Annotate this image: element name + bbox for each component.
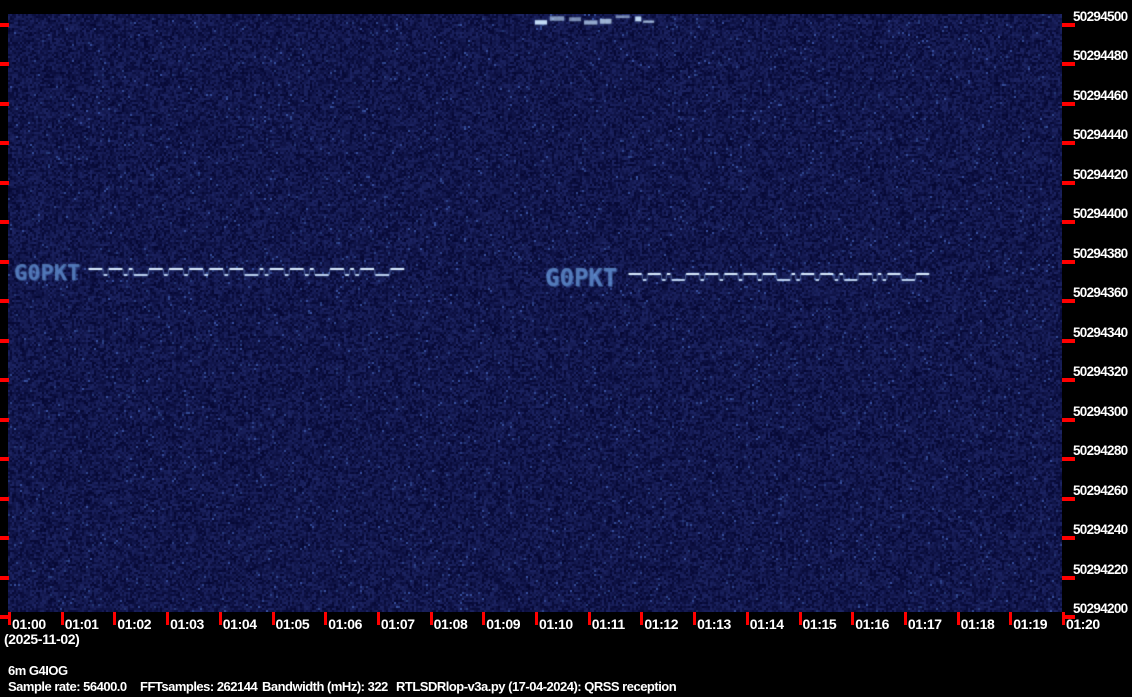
time-tick-label: 01:20 [1066,616,1100,632]
freq-tick-label: 50294260 [1073,482,1128,498]
freq-tick-right [1062,536,1075,540]
time-tick [218,612,222,625]
time-tick-label: 01:07 [380,616,415,632]
freq-tick-label: 50294280 [1073,443,1128,458]
freq-tick-label: 50294200 [1073,601,1128,616]
freq-tick-right [1062,338,1075,343]
freq-tick-right [1062,299,1075,303]
time-tick-label: 01:04 [222,616,257,632]
time-tick-label: 01:00 [12,616,46,632]
station-label: 6m G4IOG [8,663,68,678]
time-tick [851,612,855,625]
time-tick-label: 01:06 [328,616,362,632]
time-tick [324,612,328,625]
time-tick [640,612,644,625]
time-tick-label: 01:08 [433,616,468,632]
time-tick-label: 01:15 [802,616,837,632]
freq-tick-left [0,180,9,185]
freq-tick-right [1062,22,1075,27]
freq-tick-right [1062,457,1075,461]
time-tick-label: 01:05 [275,616,310,632]
freq-tick-label: 50294420 [1073,166,1128,182]
freq-tick-right [1062,141,1075,145]
freq-tick-right [1062,259,1075,264]
time-tick [903,612,907,625]
freq-tick-right [1062,575,1075,580]
freq-tick-left [0,496,9,501]
time-tick [60,612,64,625]
freq-tick-left [0,536,9,540]
waterfall-spectrogram [8,14,1062,612]
time-tick-label: 01:03 [170,616,204,632]
time-tick-label: 01:13 [697,616,731,632]
freq-tick-left [0,338,9,343]
date-label: (2025-11-02) [4,631,80,647]
freq-tick-left [0,141,9,145]
time-tick [429,612,433,625]
freq-tick-left [0,220,9,224]
freq-tick-left [0,457,9,461]
freq-tick-label: 50294480 [1073,48,1128,63]
sample-rate-label: Sample rate: 56400.0 [8,679,127,694]
fft-samples-label: FFTsamples: 262144 [140,679,258,694]
freq-tick-label: 50294220 [1073,561,1128,577]
time-tick [693,612,697,625]
freq-tick-right [1062,101,1075,106]
time-tick-label: 01:01 [64,616,99,632]
time-tick [8,612,11,625]
bandwidth-label: Bandwidth (mHz): 322 [262,679,388,694]
time-tick [1009,612,1013,625]
time-tick-label: 01:17 [907,616,942,632]
freq-tick-label: 50294300 [1073,403,1128,419]
time-tick [113,612,117,625]
freq-tick-right [1062,378,1075,382]
time-tick-label: 01:09 [486,616,521,632]
time-tick [798,612,802,625]
freq-tick-right [1062,220,1075,224]
freq-tick-label: 50294320 [1073,364,1128,379]
time-tick-label: 01:02 [117,616,152,632]
freq-tick-left [0,575,9,580]
freq-tick-left [0,417,9,422]
time-tick [166,612,170,625]
time-tick-label: 01:19 [1013,616,1048,632]
freq-tick-right [1062,62,1075,66]
time-tick [745,612,749,625]
time-tick [587,612,591,625]
time-tick-label: 01:12 [644,616,679,632]
freq-tick-left [0,62,9,66]
freq-tick-right [1062,496,1075,501]
freq-tick-label: 50294440 [1073,127,1128,142]
freq-tick-right [1062,180,1075,185]
time-tick-label: 01:18 [960,616,995,632]
freq-tick-left [0,378,9,382]
time-tick [535,612,538,625]
freq-tick-left [0,101,9,106]
time-tick [956,612,960,625]
freq-tick-label: 50294240 [1073,522,1128,537]
freq-tick-label: 50294460 [1073,87,1128,103]
time-tick-label: 01:14 [749,616,784,632]
freq-tick-label: 50294340 [1073,324,1128,340]
freq-tick-label: 50294360 [1073,285,1128,300]
freq-tick-label: 50294500 [1073,8,1128,24]
time-tick-label: 01:16 [855,616,889,632]
time-tick-label: 01:11 [591,616,625,632]
time-tick [271,612,275,625]
time-tick [376,612,380,625]
script-info-label: RTLSDRlop-v3a.py (17-04-2024): QRSS rece… [396,679,677,694]
time-tick-label: 01:10 [539,616,573,632]
freq-tick-left [0,299,9,303]
time-tick [482,612,486,625]
freq-tick-label: 50294380 [1073,245,1128,261]
freq-tick-right [1062,417,1075,422]
freq-tick-left [0,259,9,264]
freq-tick-label: 50294400 [1073,206,1128,221]
qrss-grabber-window: 50294500 50294480 50294460 50294440 50294420… [0,0,1132,697]
freq-tick-left [0,22,9,27]
time-tick [1062,612,1065,625]
